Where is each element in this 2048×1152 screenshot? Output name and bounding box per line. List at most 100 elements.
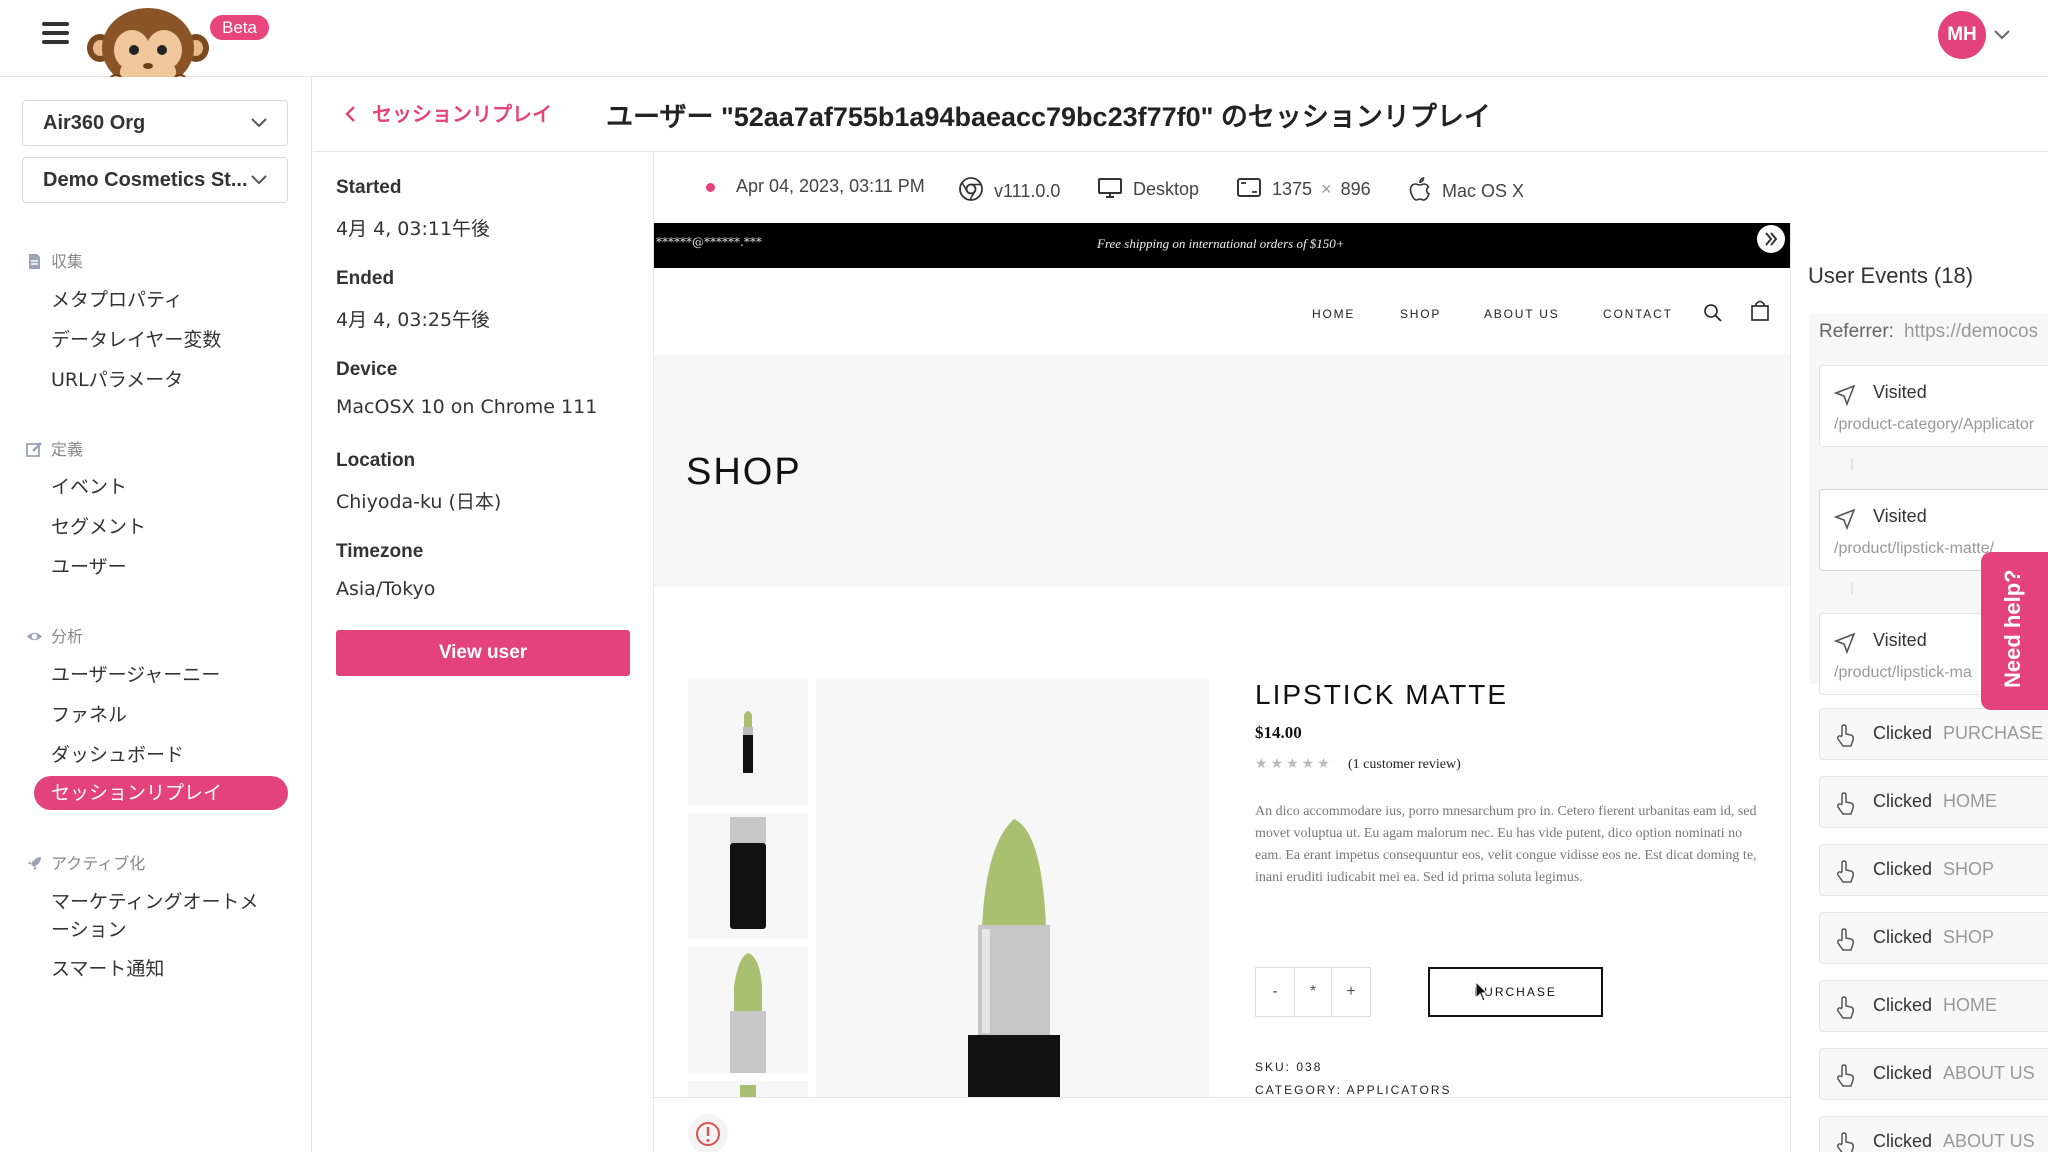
user-events-title: User Events (18) <box>1808 263 1974 288</box>
org-select[interactable]: Air360 Org <box>22 100 288 146</box>
navigation-arrow-icon <box>1834 508 1856 530</box>
ended-label: Ended <box>336 268 395 289</box>
event-path: /product/lipstick-matte/ <box>1834 540 1995 557</box>
back-to-session-replay-link[interactable]: セッションリプレイ <box>344 98 552 127</box>
lipstick-image <box>740 1085 756 1097</box>
chrome-icon <box>959 177 983 201</box>
operating-system: Mac OS X <box>1408 176 1524 202</box>
pointer-hand-icon <box>1836 860 1854 883</box>
product-thumbnail[interactable] <box>688 1081 808 1097</box>
event-clicked[interactable]: Clicked SHOP <box>1819 912 2048 964</box>
nav-dashboard[interactable]: ダッシュボード <box>51 740 184 767</box>
eye-icon <box>27 632 42 641</box>
event-clicked[interactable]: Clicked ABOUT US <box>1819 1116 2048 1152</box>
ended-value: 4月 4, 03:25午後 <box>336 309 491 331</box>
product-price: $14.00 <box>1255 723 1302 742</box>
product-thumbnail[interactable] <box>688 679 808 805</box>
monkey-logo[interactable] <box>86 4 210 88</box>
section-analyze: 分析 <box>26 623 83 647</box>
product-title: LIPSTICK MATTE <box>1255 679 1509 710</box>
nav-url-parameters[interactable]: URLパラメータ <box>51 365 183 392</box>
recording-dot-icon <box>706 183 715 192</box>
timezone-label: Timezone <box>336 541 424 562</box>
chevron-down-icon[interactable] <box>1991 24 2013 44</box>
product-category: CATEGORY: APPLICATORS <box>1255 1083 1452 1097</box>
timeline-connector <box>1851 459 1853 471</box>
alert-icon <box>696 1122 720 1146</box>
sidebar: Air360 Org Demo Cosmetics St... 収集 メタプロパ… <box>0 77 312 1152</box>
lipstick-case-image <box>730 817 766 929</box>
nav-marketing-automation[interactable]: マーケティングオートメ <box>51 887 258 914</box>
pointer-hand-icon <box>1836 1064 1854 1087</box>
product-thumbnail[interactable] <box>688 947 808 1073</box>
nav-marketing-automation-cont[interactable]: ーション <box>51 915 127 942</box>
event-target: SHOP <box>1943 927 1995 947</box>
nav-events[interactable]: イベント <box>51 472 127 499</box>
device-type: Desktop <box>1097 176 1199 200</box>
event-clicked[interactable]: Clicked ABOUT US <box>1819 1048 2048 1100</box>
user-avatar[interactable]: MH <box>1938 11 1986 59</box>
session-date: Apr 04, 2023, 03:11 PM <box>736 176 925 196</box>
nav-user-journey[interactable]: ユーザージャーニー <box>51 660 220 687</box>
timezone-value: Asia/Tokyo <box>336 578 436 600</box>
document-icon <box>29 254 40 269</box>
nav-users[interactable]: ユーザー <box>51 552 127 579</box>
event-target: PURCHASE <box>1943 723 2044 743</box>
shop-page-title: SHOP <box>686 451 802 493</box>
rating-stars: ★★★★★ <box>1255 756 1333 772</box>
event-clicked[interactable]: Clicked SHOP <box>1819 844 2048 896</box>
nav-session-replay[interactable]: セッションリプレイ <box>34 776 288 810</box>
navigation-arrow-icon <box>1834 384 1856 406</box>
site-nav-shop[interactable]: SHOP <box>1400 307 1441 321</box>
referrer-url: https://democos <box>1903 321 2039 342</box>
timeline-connector <box>1851 583 1853 595</box>
started-value: 4月 4, 03:11午後 <box>336 218 491 240</box>
event-clicked[interactable]: Clicked HOME <box>1819 980 2048 1032</box>
hamburger-menu-icon[interactable] <box>42 22 69 44</box>
shopping-bag-icon[interactable] <box>1750 299 1770 321</box>
chevron-down-icon <box>251 175 267 185</box>
pointer-hand-icon <box>1836 996 1854 1019</box>
search-icon[interactable] <box>1703 303 1723 323</box>
nav-smart-notifications[interactable]: スマート通知 <box>51 954 164 981</box>
nav-funnel[interactable]: ファネル <box>51 700 127 727</box>
review-count-link[interactable]: (1 customer review) <box>1348 757 1461 773</box>
promo-text: Free shipping on international orders of… <box>1097 236 1345 251</box>
top-bar: Beta MH <box>0 0 2048 88</box>
quantity-input[interactable]: * <box>1294 967 1332 1017</box>
error-indicator-button[interactable] <box>688 1114 728 1152</box>
site-select[interactable]: Demo Cosmetics St... <box>22 157 288 203</box>
site-nav-about-us[interactable]: ABOUT US <box>1484 307 1560 321</box>
site-nav-contact[interactable]: CONTACT <box>1603 307 1673 321</box>
event-visited[interactable]: Visited /product-category/Applicator <box>1819 365 2048 447</box>
nav-meta-properties[interactable]: メタプロパティ <box>51 285 183 312</box>
quantity-minus-button[interactable]: - <box>1255 967 1295 1017</box>
need-help-label: Need help? <box>2000 569 2025 688</box>
nav-segments[interactable]: セグメント <box>51 512 146 539</box>
product-main-image <box>816 679 1209 1097</box>
view-user-button[interactable]: View user <box>336 630 630 676</box>
section-collect: 収集 <box>26 248 83 272</box>
need-help-tab[interactable]: Need help? <box>1981 552 2048 710</box>
beta-badge: Beta <box>210 15 269 40</box>
chevron-down-icon <box>251 118 267 128</box>
product-thumbnail[interactable] <box>688 813 808 939</box>
event-target: SHOP <box>1943 859 1995 879</box>
event-target: HOME <box>1943 791 1997 811</box>
referrer: Referrer: https://democos <box>1819 321 2039 342</box>
event-clicked[interactable]: Clicked HOME <box>1819 776 2048 828</box>
device-value: MacOSX 10 on Chrome 111 <box>336 396 598 418</box>
pointer-hand-icon <box>1836 1132 1854 1152</box>
event-clicked[interactable]: Clicked PURCHASE <box>1819 708 2048 760</box>
nav-datalayer-variables[interactable]: データレイヤー変数 <box>51 325 221 352</box>
expand-events-button[interactable] <box>1757 225 1785 253</box>
screen-resolution: 1375 × 896 <box>1236 176 1371 200</box>
site-nav-home[interactable]: HOME <box>1312 307 1355 321</box>
lipstick-image <box>730 953 766 1073</box>
quantity-plus-button[interactable]: + <box>1331 967 1371 1017</box>
purchase-button[interactable]: PURCHASE <box>1428 967 1603 1017</box>
pointer-hand-icon <box>1836 928 1854 951</box>
device-label: Device <box>336 359 398 380</box>
pointer-hand-icon <box>1836 724 1854 747</box>
session-replay-viewport[interactable]: ******@******.*** Free shipping on inter… <box>654 223 1790 1097</box>
